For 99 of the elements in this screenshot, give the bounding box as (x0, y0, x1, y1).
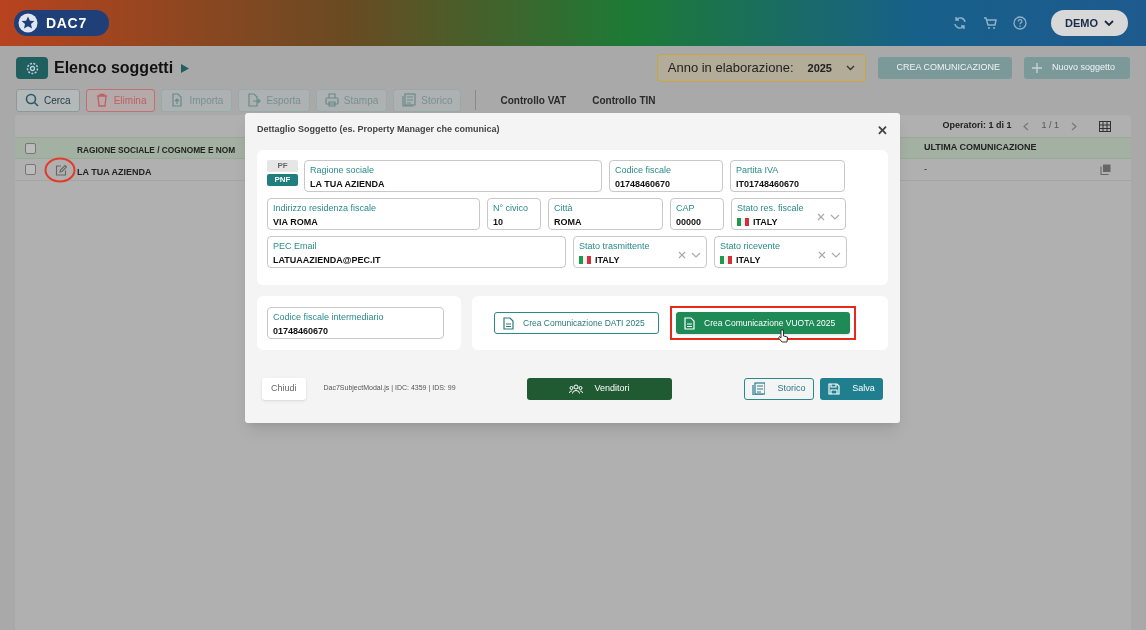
flag-icon (737, 218, 749, 226)
printer-icon (324, 93, 339, 107)
input-field[interactable]: CAP 00000 (670, 198, 724, 230)
edit-icon (55, 163, 67, 176)
field-value: 01748460670 (615, 178, 671, 191)
logo-text: DAC7 (46, 13, 87, 33)
field-label: Stato ricevente (720, 240, 782, 253)
settings-button[interactable] (16, 57, 48, 79)
flag-icon (579, 256, 591, 264)
tab[interactable]: Controllo TIN (582, 92, 666, 108)
field-value: ROMA (554, 216, 582, 229)
settings-icon (25, 61, 39, 75)
clear-icon (678, 251, 686, 259)
caret-icon (691, 252, 701, 258)
field-value: 10 (493, 216, 503, 229)
checkbox[interactable] (24, 142, 36, 154)
input-field[interactable]: Stato trasmittente ITALY (573, 236, 707, 268)
input-field[interactable]: N° civico 10 (487, 198, 541, 230)
user-menu-button[interactable]: DEMO (1051, 10, 1128, 36)
field-label: Codice fiscale (615, 164, 673, 177)
caret-icon (846, 65, 855, 71)
toolbar-button[interactable]: Cerca (16, 88, 80, 112)
cart-icon (983, 16, 997, 30)
previous-icon (1023, 121, 1030, 131)
input-field[interactable]: Partita IVA IT01748460670 (730, 160, 845, 192)
document-icon (247, 93, 262, 107)
field-value: 01748460670 (273, 325, 330, 338)
field-label: Partita IVA (736, 164, 780, 177)
save-icon (828, 382, 841, 395)
refresh-icon (953, 16, 967, 30)
table-icon (1099, 120, 1111, 132)
pager-text: 1 / 1 (1041, 119, 1059, 133)
clear-icon (818, 251, 826, 259)
input-field[interactable]: Indirizzo residenza fiscale VIA ROMA (267, 198, 480, 230)
field-value: LA TUA AZIENDA (310, 178, 385, 191)
create-button[interactable]: Crea Comunicazione VUOTA 2025 (676, 312, 850, 334)
input-field[interactable]: Stato ricevente ITALY (714, 236, 847, 268)
document-icon (503, 316, 514, 330)
year-value: 2025 (807, 60, 832, 76)
field-label: Stato trasmittente (579, 240, 651, 253)
field-label: CAP (676, 202, 696, 215)
type-toggle[interactable]: PF (267, 160, 298, 172)
copy-icon (1100, 164, 1111, 175)
field-value: IT01748460670 (736, 178, 800, 191)
highlight-circle (44, 157, 76, 183)
plus-icon (1032, 63, 1042, 73)
column-header: RAGIONE SOCIALE / COGNOME E NOM (77, 145, 236, 155)
page-title: Elenco soggetti (54, 58, 174, 78)
table-cell-text: - (924, 162, 927, 176)
clear-icon (817, 213, 825, 221)
input-field[interactable]: Codice fiscale intermediario 01748460670 (267, 307, 444, 339)
people-icon (568, 383, 583, 394)
next-icon (1071, 121, 1077, 131)
field-label: Stato res. fiscale (737, 202, 805, 215)
caret-icon (830, 214, 840, 220)
document-icon (170, 93, 185, 107)
field-value: 00000 (676, 216, 702, 229)
save-button[interactable]: Salva (820, 377, 883, 400)
close-button[interactable]: Chiudi (262, 377, 306, 400)
field-label: Ragione sociale (310, 164, 376, 177)
input-field[interactable]: Città ROMA (548, 198, 663, 230)
field-value: ITALY (595, 254, 620, 267)
search-icon (25, 93, 39, 107)
type-toggle[interactable]: PNF (267, 174, 298, 186)
field-label: Indirizzo residenza fiscale (273, 202, 378, 215)
field-label: PEC Email (273, 240, 318, 253)
create-button[interactable]: Crea Comunicazione DATI 2025 (494, 312, 659, 334)
field-value: ITALY (753, 216, 778, 229)
input-field[interactable]: Stato res. fiscale ITALY (731, 198, 846, 230)
table-cell: LA TUA AZIENDA (77, 166, 152, 177)
list-icon (752, 382, 766, 395)
list-icon (402, 93, 417, 107)
document-icon (684, 316, 695, 330)
field-value: LATUAAZIENDA@PEC.IT (273, 254, 381, 267)
checkbox[interactable] (24, 164, 36, 175)
cursor-icon (778, 329, 788, 343)
close-button[interactable]: ✕ (877, 123, 888, 137)
modal-title: Dettaglio Soggetto (es. Property Manager che comunica) (257, 123, 500, 137)
help-icon (1013, 16, 1027, 30)
trash-icon (94, 93, 109, 107)
history-button[interactable]: Storico (744, 377, 814, 400)
year-label: Anno in elaborazione: (667, 59, 794, 78)
caret-icon (1104, 20, 1114, 26)
field-value: ITALY (736, 254, 761, 267)
input-field[interactable]: Codice fiscale 01748460670 (609, 160, 723, 192)
input-field[interactable]: Ragione sociale LA TUA AZIENDA (304, 160, 602, 192)
caret-icon (831, 252, 841, 258)
field-label: Codice fiscale intermediario (273, 311, 385, 324)
input-field[interactable]: PEC Email LATUAAZIENDA@PEC.IT (267, 236, 566, 268)
field-value: VIA ROMA (273, 216, 318, 229)
vendors-button[interactable]: Venditori (526, 377, 672, 400)
field-label: N° civico (493, 202, 530, 215)
year-selector[interactable]: Anno in elaborazione: 2025 (656, 54, 866, 82)
field-label: Città (554, 202, 574, 215)
column-header: ULTIMA COMUNICAZIONE (924, 141, 1037, 155)
tab[interactable]: Controllo VAT (490, 92, 577, 108)
play-icon (181, 63, 190, 73)
operators-count: Operatori: 1 di 1 (942, 119, 1012, 133)
flag-icon (720, 256, 732, 264)
